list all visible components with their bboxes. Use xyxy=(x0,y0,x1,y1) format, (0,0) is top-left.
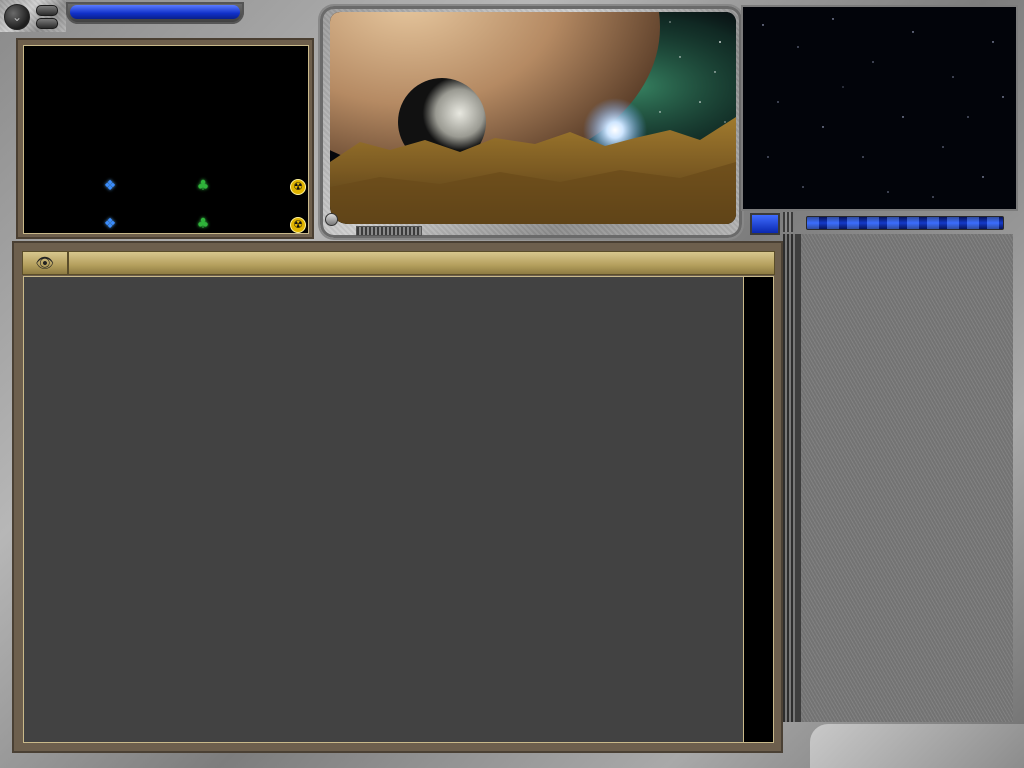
small-pill-button-top[interactable] xyxy=(36,5,58,16)
radiation-icon[interactable]: ☢ xyxy=(290,217,306,233)
title-bar-fill xyxy=(70,5,240,19)
main-list-area[interactable] xyxy=(23,276,744,743)
main-panel: 👁 xyxy=(12,241,783,753)
energy-bar-fill xyxy=(807,217,1003,229)
grip-handle[interactable] xyxy=(783,212,793,232)
chevron-down-icon[interactable]: ⌄ xyxy=(4,4,30,30)
planet-view xyxy=(330,12,736,224)
small-pill-button-bottom[interactable] xyxy=(36,18,58,29)
starfield-stars xyxy=(762,18,1004,198)
resource-display: ❖ ♣ ☢ ❖ ♣ ☢ xyxy=(23,45,309,234)
resource-panel: ❖ ♣ ☢ ❖ ♣ ☢ xyxy=(16,38,314,239)
blue-square-button[interactable] xyxy=(750,213,780,235)
main-panel-header: 👁 xyxy=(22,251,775,275)
starfield xyxy=(762,18,1004,198)
planet-scene xyxy=(330,12,736,224)
crystal-icon[interactable]: ❖ xyxy=(102,178,118,194)
energy-bar xyxy=(806,216,1004,230)
plant-icon[interactable]: ♣ xyxy=(195,216,211,232)
starfield-view xyxy=(741,5,1018,211)
right-panel-edge xyxy=(783,234,795,722)
right-info-panel xyxy=(795,234,1013,722)
eye-icon[interactable]: 👁 xyxy=(23,252,69,274)
crystal-icon[interactable]: ❖ xyxy=(102,216,118,232)
frame-grip[interactable] xyxy=(356,226,422,236)
radiation-icon[interactable]: ☢ xyxy=(290,179,306,195)
game-screen: { "corner": { "round_button_glyph": "⌄",… xyxy=(0,0,1024,768)
scrollbar[interactable] xyxy=(743,276,774,743)
frame-small-button[interactable] xyxy=(325,213,338,226)
title-bar xyxy=(66,2,244,24)
plant-icon[interactable]: ♣ xyxy=(195,178,211,194)
corner-widget: ⌄ xyxy=(0,0,66,32)
bottom-right-bevel xyxy=(810,724,1024,768)
